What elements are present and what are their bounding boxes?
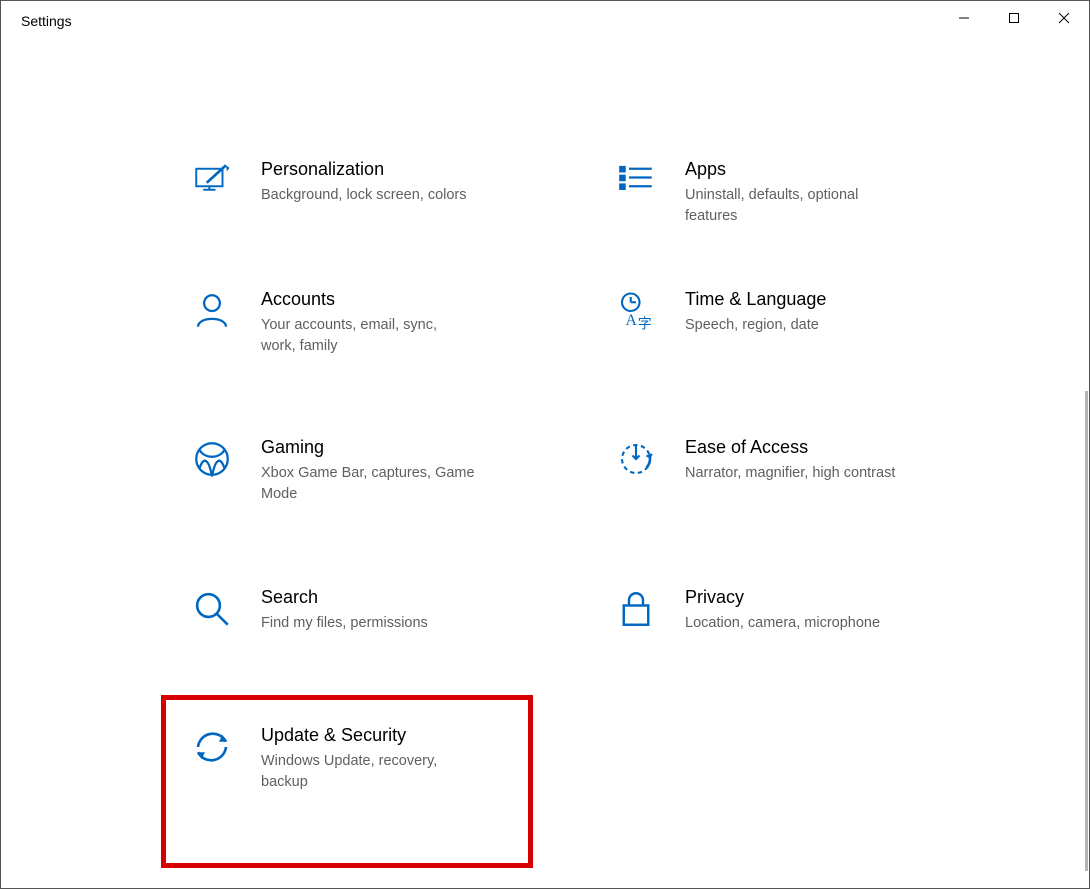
item-title: Ease of Access bbox=[685, 436, 895, 459]
settings-item-personalization[interactable]: Personalization Background, lock screen,… bbox=[181, 136, 575, 266]
svg-text:A: A bbox=[626, 312, 638, 329]
settings-content: Personalization Background, lock screen,… bbox=[1, 41, 1089, 815]
settings-item-accounts[interactable]: Accounts Your accounts, email, sync, wor… bbox=[181, 266, 575, 414]
settings-item-update-security[interactable]: Update & Security Windows Update, recove… bbox=[181, 674, 575, 815]
settings-item-gaming[interactable]: Gaming Xbox Game Bar, captures, Game Mod… bbox=[181, 414, 575, 564]
window-title: Settings bbox=[21, 1, 72, 29]
settings-item-time-language[interactable]: A 字 Time & Language Speech, region, date bbox=[605, 266, 999, 414]
settings-item-search[interactable]: Search Find my files, permissions bbox=[181, 564, 575, 674]
window-controls bbox=[939, 1, 1089, 35]
settings-item-ease-of-access[interactable]: Ease of Access Narrator, magnifier, high… bbox=[605, 414, 999, 564]
maximize-button[interactable] bbox=[989, 1, 1039, 35]
close-icon bbox=[1058, 12, 1070, 24]
item-title: Accounts bbox=[261, 288, 475, 311]
update-security-icon bbox=[189, 724, 235, 770]
item-desc: Uninstall, defaults, optional features bbox=[685, 185, 899, 227]
item-title: Search bbox=[261, 586, 428, 609]
personalization-icon bbox=[189, 158, 235, 204]
privacy-icon bbox=[613, 586, 659, 632]
item-desc: Location, camera, microphone bbox=[685, 613, 880, 634]
item-title: Apps bbox=[685, 158, 899, 181]
ease-of-access-icon bbox=[613, 436, 659, 482]
settings-item-apps[interactable]: Apps Uninstall, defaults, optional featu… bbox=[605, 136, 999, 266]
settings-grid: Personalization Background, lock screen,… bbox=[181, 136, 999, 815]
item-title: Personalization bbox=[261, 158, 467, 181]
maximize-icon bbox=[1008, 12, 1020, 24]
item-title: Gaming bbox=[261, 436, 475, 459]
item-title: Privacy bbox=[685, 586, 880, 609]
item-desc: Your accounts, email, sync, work, family bbox=[261, 315, 475, 357]
scrollbar[interactable] bbox=[1085, 391, 1088, 871]
item-desc: Narrator, magnifier, high contrast bbox=[685, 463, 895, 484]
gaming-icon bbox=[189, 436, 235, 482]
minimize-icon bbox=[958, 12, 970, 24]
search-icon bbox=[189, 586, 235, 632]
settings-item-privacy[interactable]: Privacy Location, camera, microphone bbox=[605, 564, 999, 674]
minimize-button[interactable] bbox=[939, 1, 989, 35]
titlebar: Settings bbox=[1, 1, 1089, 41]
item-desc: Background, lock screen, colors bbox=[261, 185, 467, 206]
svg-text:字: 字 bbox=[638, 317, 652, 333]
item-desc: Xbox Game Bar, captures, Game Mode bbox=[261, 463, 475, 505]
apps-icon bbox=[613, 158, 659, 204]
item-title: Time & Language bbox=[685, 288, 826, 311]
item-title: Update & Security bbox=[261, 724, 475, 747]
accounts-icon bbox=[189, 288, 235, 334]
time-language-icon: A 字 bbox=[613, 288, 659, 334]
item-desc: Windows Update, recovery, backup bbox=[261, 751, 475, 793]
item-desc: Speech, region, date bbox=[685, 315, 826, 336]
close-button[interactable] bbox=[1039, 1, 1089, 35]
item-desc: Find my files, permissions bbox=[261, 613, 428, 634]
